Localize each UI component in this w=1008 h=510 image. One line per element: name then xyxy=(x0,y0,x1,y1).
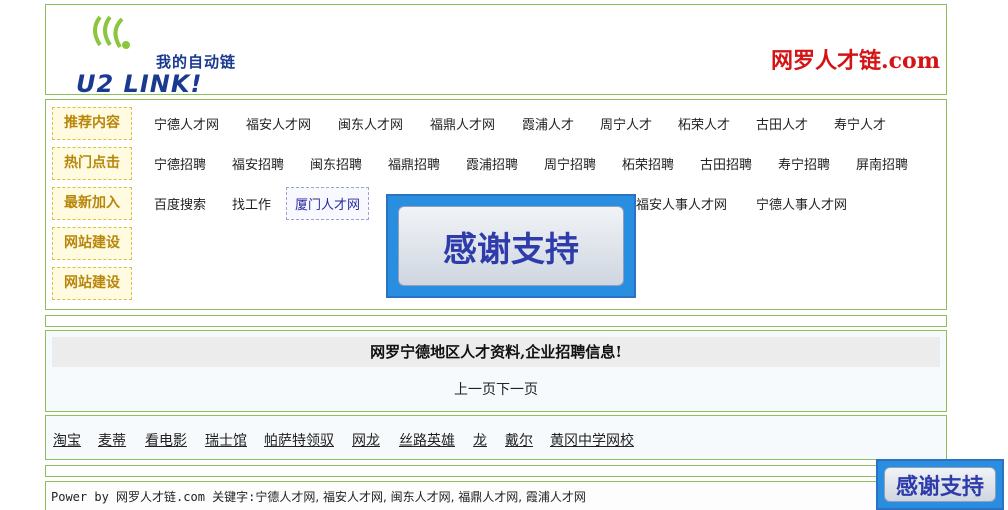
friend-link[interactable]: 淘宝 xyxy=(53,430,81,450)
link-item[interactable]: 福鼎人才网 xyxy=(430,114,495,133)
thanks-banner[interactable]: 感谢支持 xyxy=(386,194,636,298)
link-row-recommended: 宁德人才网 福安人才网 闽东人才网 福鼎人才网 霞浦人才 周宁人才 柘荣人才 古… xyxy=(46,114,946,134)
link-item[interactable]: 福安招聘 xyxy=(232,154,284,173)
tag-site-build-1[interactable]: 网站建设 xyxy=(52,227,132,260)
link-item[interactable]: 百度搜索 xyxy=(154,194,206,213)
link-item[interactable]: 闽东招聘 xyxy=(310,154,362,173)
link-item[interactable]: 屏南招聘 xyxy=(856,154,908,173)
site-title: 网罗人才链.com xyxy=(770,48,940,74)
link-item[interactable]: 古田招聘 xyxy=(700,154,752,173)
link-item[interactable]: 福安人才网 xyxy=(246,114,311,133)
friend-link[interactable]: 看电影 xyxy=(145,430,187,450)
friend-link[interactable]: 麦蒂 xyxy=(98,430,126,450)
link-item[interactable]: 福安人事人才网 xyxy=(636,194,727,213)
thanks-banner-inner: 感谢支持 xyxy=(398,206,624,286)
link-item[interactable]: 柘荣招聘 xyxy=(622,154,674,173)
thanks-mini-banner[interactable]: 感谢支持 xyxy=(876,459,1004,510)
pager[interactable]: 上一页下一页 xyxy=(46,379,946,399)
footer: Power by 网罗人才链.com 关键字:宁德人才网, 福安人才网, 闽东人… xyxy=(45,481,947,510)
friend-link[interactable]: 戴尔 xyxy=(505,430,533,450)
divider-bar xyxy=(45,315,947,327)
logo-english-text: U2 LINK! xyxy=(76,70,203,98)
link-item[interactable]: 周宁招聘 xyxy=(544,154,596,173)
link-item[interactable]: 宁德人事人才网 xyxy=(756,194,847,213)
friend-link[interactable]: 龙 xyxy=(473,430,487,450)
friend-link[interactable]: 黄冈中学网校 xyxy=(550,430,634,450)
link-item[interactable]: 柘荣人才 xyxy=(678,114,730,133)
link-row-hot: 宁德招聘 福安招聘 闽东招聘 福鼎招聘 霞浦招聘 周宁招聘 柘荣招聘 古田招聘 … xyxy=(46,154,946,174)
signal-waves-icon xyxy=(93,15,130,49)
info-title: 网罗宁德地区人才资料,企业招聘信息! xyxy=(52,337,940,367)
link-item[interactable]: 找工作 xyxy=(232,194,271,213)
link-item[interactable]: 周宁人才 xyxy=(600,114,652,133)
thanks-mini-banner-text: 感谢支持 xyxy=(895,474,984,500)
thanks-mini-banner-inner: 感谢支持 xyxy=(884,467,996,502)
link-item[interactable]: 宁德人才网 xyxy=(154,114,219,133)
link-item[interactable]: 宁德招聘 xyxy=(154,154,206,173)
friend-link[interactable]: 瑞士馆 xyxy=(205,430,247,450)
friend-link[interactable]: 丝路英雄 xyxy=(399,430,455,450)
link-item[interactable]: 霞浦招聘 xyxy=(466,154,518,173)
info-panel: 网罗宁德地区人才资料,企业招聘信息! 上一页下一页 xyxy=(45,330,947,412)
friend-links: 淘宝 麦蒂 看电影 瑞士馆 帕萨特领驭 网龙 丝路英雄 龙 戴尔 黄冈中学网校 xyxy=(45,415,947,460)
thanks-banner-text: 感谢支持 xyxy=(443,229,579,270)
footer-keywords: 宁德人才网, 福安人才网, 闽东人才网, 福鼎人才网, 霞浦人才网 xyxy=(255,490,586,504)
logo-chinese-text: 我的自动链 xyxy=(156,53,237,71)
header: 我的自动链 U2 LINK! 网罗人才链.com xyxy=(45,4,947,98)
link-item-hover[interactable]: 厦门人才网 xyxy=(286,187,370,220)
friend-link[interactable]: 网龙 xyxy=(352,430,380,450)
link-item[interactable]: 闽东人才网 xyxy=(338,114,403,133)
site-logo[interactable]: 我的自动链 U2 LINK! xyxy=(60,15,245,98)
link-item[interactable]: 古田人才 xyxy=(756,114,808,133)
footer-text: Power by 网罗人才链.com 关键字:宁德人才网, 福安人才网, 闽东人… xyxy=(51,488,586,505)
friend-link[interactable]: 帕萨特领驭 xyxy=(264,430,334,450)
link-item[interactable]: 寿宁人才 xyxy=(834,114,886,133)
link-item[interactable]: 寿宁招聘 xyxy=(778,154,830,173)
link-item[interactable]: 霞浦人才 xyxy=(522,114,574,133)
link-item[interactable]: 福鼎招聘 xyxy=(388,154,440,173)
divider-bar xyxy=(45,465,947,477)
footer-prefix: Power by 网罗人才链.com 关键字: xyxy=(51,490,256,504)
tag-site-build-2[interactable]: 网站建设 xyxy=(52,267,132,300)
